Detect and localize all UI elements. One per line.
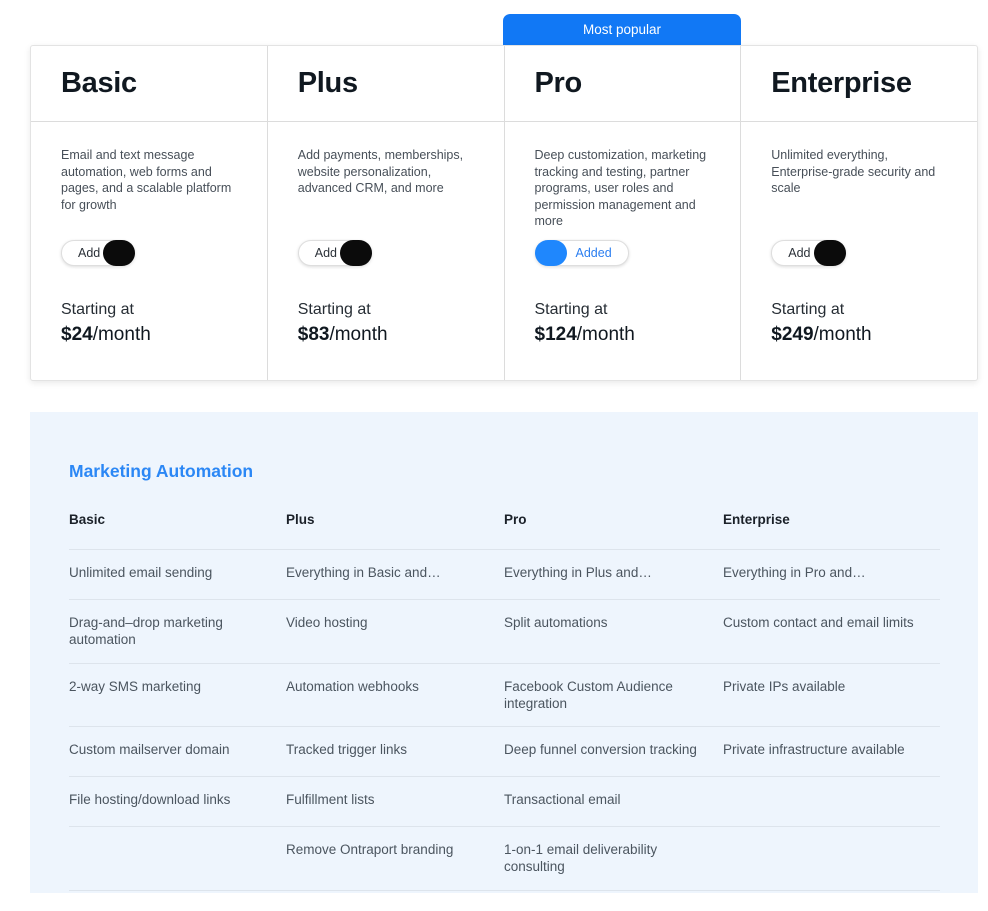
plan-cards: Basic Email and text message automation,… <box>30 45 978 381</box>
feature-cell: File hosting/download links <box>69 792 231 808</box>
feature-cell: Everything in Pro and… <box>723 565 866 580</box>
plan-price-enterprise: Starting at $249/month <box>771 298 871 348</box>
plan-body-plus: Add payments, memberships, website perso… <box>268 122 504 380</box>
plan-toggle-row-plus: Add <box>297 240 372 266</box>
table-row: 2-way SMS marketing Automation webhooks … <box>69 662 940 727</box>
plan-title-basic: Basic <box>61 67 137 99</box>
plan-price-period-basic: /month <box>92 324 151 346</box>
feature-cell: Fulfillment lists <box>286 792 375 808</box>
plan-price-amount-enterprise: $249 <box>771 324 814 346</box>
table-row: Unlimited email sending Everything in Ba… <box>69 549 940 599</box>
plan-body-enterprise: Unlimited everything, Enterprise-grade s… <box>741 122 977 380</box>
feature-column-header-pro: Pro <box>504 512 527 527</box>
feature-cell: Video hosting <box>286 615 368 630</box>
feature-cell <box>723 777 940 826</box>
plan-price-plus: Starting at $83/month <box>298 298 388 348</box>
plan-card-pro: Pro Deep customization, marketing tracki… <box>504 46 742 380</box>
feature-table: Basic Plus Pro Enterprise Unlimited emai… <box>69 512 940 891</box>
plan-header-plus: Plus <box>267 46 504 122</box>
toggle-knob-icon <box>534 240 567 266</box>
table-row: Drag-and–drop marketing automation Video… <box>69 599 940 663</box>
toggle-knob-icon <box>813 240 846 266</box>
most-popular-badge: Most popular <box>503 14 741 45</box>
pricing-page: Most popular Basic Email and text messag… <box>0 0 988 911</box>
feature-cell: 2-way SMS marketing <box>69 678 202 694</box>
plan-body-pro: Deep customization, marketing tracking a… <box>505 122 741 380</box>
plan-add-toggle-pro[interactable]: Added <box>534 240 629 266</box>
plan-card-basic: Basic Email and text message automation,… <box>31 46 268 380</box>
feature-section-title: Marketing Automation <box>69 461 254 481</box>
plan-add-toggle-enterprise[interactable]: Add <box>771 240 846 266</box>
feature-cell <box>69 827 286 890</box>
plan-price-main-basic: $24/month <box>61 322 151 348</box>
feature-cell: Custom mailserver domain <box>69 742 230 758</box>
feature-cell: Private IPs available <box>723 678 846 694</box>
plan-title-enterprise: Enterprise <box>771 67 912 99</box>
feature-column-header-plus: Plus <box>286 512 315 527</box>
table-row: Remove Ontraport branding 1-on-1 email d… <box>69 826 940 891</box>
plan-price-period-plus: /month <box>329 324 388 346</box>
feature-cell: Everything in Plus and… <box>504 565 652 580</box>
plan-price-main-enterprise: $249/month <box>771 322 871 348</box>
plan-price-main-pro: $124/month <box>535 322 635 348</box>
plan-price-prefix-plus: Starting at <box>297 300 371 318</box>
plan-toggle-row-enterprise: Add <box>771 240 846 266</box>
feature-cell: Unlimited email sending <box>69 565 213 580</box>
plan-price-period-pro: /month <box>576 324 635 346</box>
plan-header-pro: Pro <box>504 46 741 122</box>
feature-cell: Split automations <box>504 615 608 630</box>
feature-cell: Remove Ontraport branding <box>286 842 454 858</box>
plan-description-pro: Deep customization, marketing tracking a… <box>534 148 707 228</box>
plan-description-basic: Email and text message automation, web f… <box>61 148 232 212</box>
feature-cell: Facebook Custom Audience integration <box>504 678 673 711</box>
plan-title-plus: Plus <box>297 67 358 99</box>
feature-cell: Everything in Basic and… <box>286 565 441 580</box>
plan-price-amount-plus: $83 <box>297 324 330 346</box>
feature-cell <box>723 827 940 890</box>
plan-cards-container: Basic Email and text message automation,… <box>30 45 978 381</box>
feature-cell: 1-on-1 email deliverability consulting <box>504 842 658 875</box>
toggle-knob-icon <box>103 240 136 266</box>
plan-price-amount-basic: $24 <box>61 324 93 346</box>
plan-price-period-enterprise: /month <box>813 324 872 346</box>
feature-table-header-row: Basic Plus Pro Enterprise <box>69 512 940 549</box>
plan-price-pro: Starting at $124/month <box>535 298 635 348</box>
feature-cell: Tracked trigger links <box>286 742 408 758</box>
plan-toggle-row-basic: Add <box>61 240 136 266</box>
feature-cell: Automation webhooks <box>286 678 419 694</box>
feature-cell: Transactional email <box>504 792 621 808</box>
plan-description-plus: Add payments, memberships, website perso… <box>297 148 464 195</box>
feature-comparison-panel: Marketing Automation Basic Plus Pro Ente… <box>30 412 978 893</box>
plan-body-basic: Email and text message automation, web f… <box>31 122 267 380</box>
table-row: File hosting/download links Fulfillment … <box>69 776 940 826</box>
plan-price-prefix-enterprise: Starting at <box>771 300 845 318</box>
plan-price-basic: Starting at $24/month <box>61 298 151 348</box>
feature-column-header-enterprise: Enterprise <box>723 512 790 527</box>
feature-cell: Custom contact and email limits <box>723 615 914 630</box>
plan-header-basic: Basic <box>31 46 267 122</box>
feature-cell: Drag-and–drop marketing automation <box>69 615 223 648</box>
plan-card-enterprise: Enterprise Unlimited everything, Enterpr… <box>741 46 977 380</box>
plan-toggle-row-pro: Added <box>534 240 629 266</box>
plan-add-toggle-label-pro: Added <box>575 246 612 260</box>
plan-price-prefix-basic: Starting at <box>61 300 134 318</box>
plan-card-plus: Plus Add payments, memberships, website … <box>267 46 505 380</box>
plan-description-enterprise: Unlimited everything, Enterprise-grade s… <box>771 148 936 195</box>
feature-column-header-basic: Basic <box>69 512 106 527</box>
feature-cell: Private infrastructure available <box>723 742 905 758</box>
plan-add-toggle-plus[interactable]: Add <box>297 240 372 266</box>
plan-price-prefix-pro: Starting at <box>534 300 608 318</box>
feature-cell: Deep funnel conversion tracking <box>504 742 697 758</box>
toggle-knob-icon <box>340 240 372 266</box>
plan-add-toggle-basic[interactable]: Add <box>61 240 136 266</box>
plan-price-amount-pro: $124 <box>534 324 577 346</box>
most-popular-badge-label: Most popular <box>582 22 662 37</box>
plan-price-main-plus: $83/month <box>298 322 388 348</box>
table-row: Custom mailserver domain Tracked trigger… <box>69 726 940 776</box>
plan-header-enterprise: Enterprise <box>741 46 977 122</box>
plan-title-pro: Pro <box>534 67 583 99</box>
